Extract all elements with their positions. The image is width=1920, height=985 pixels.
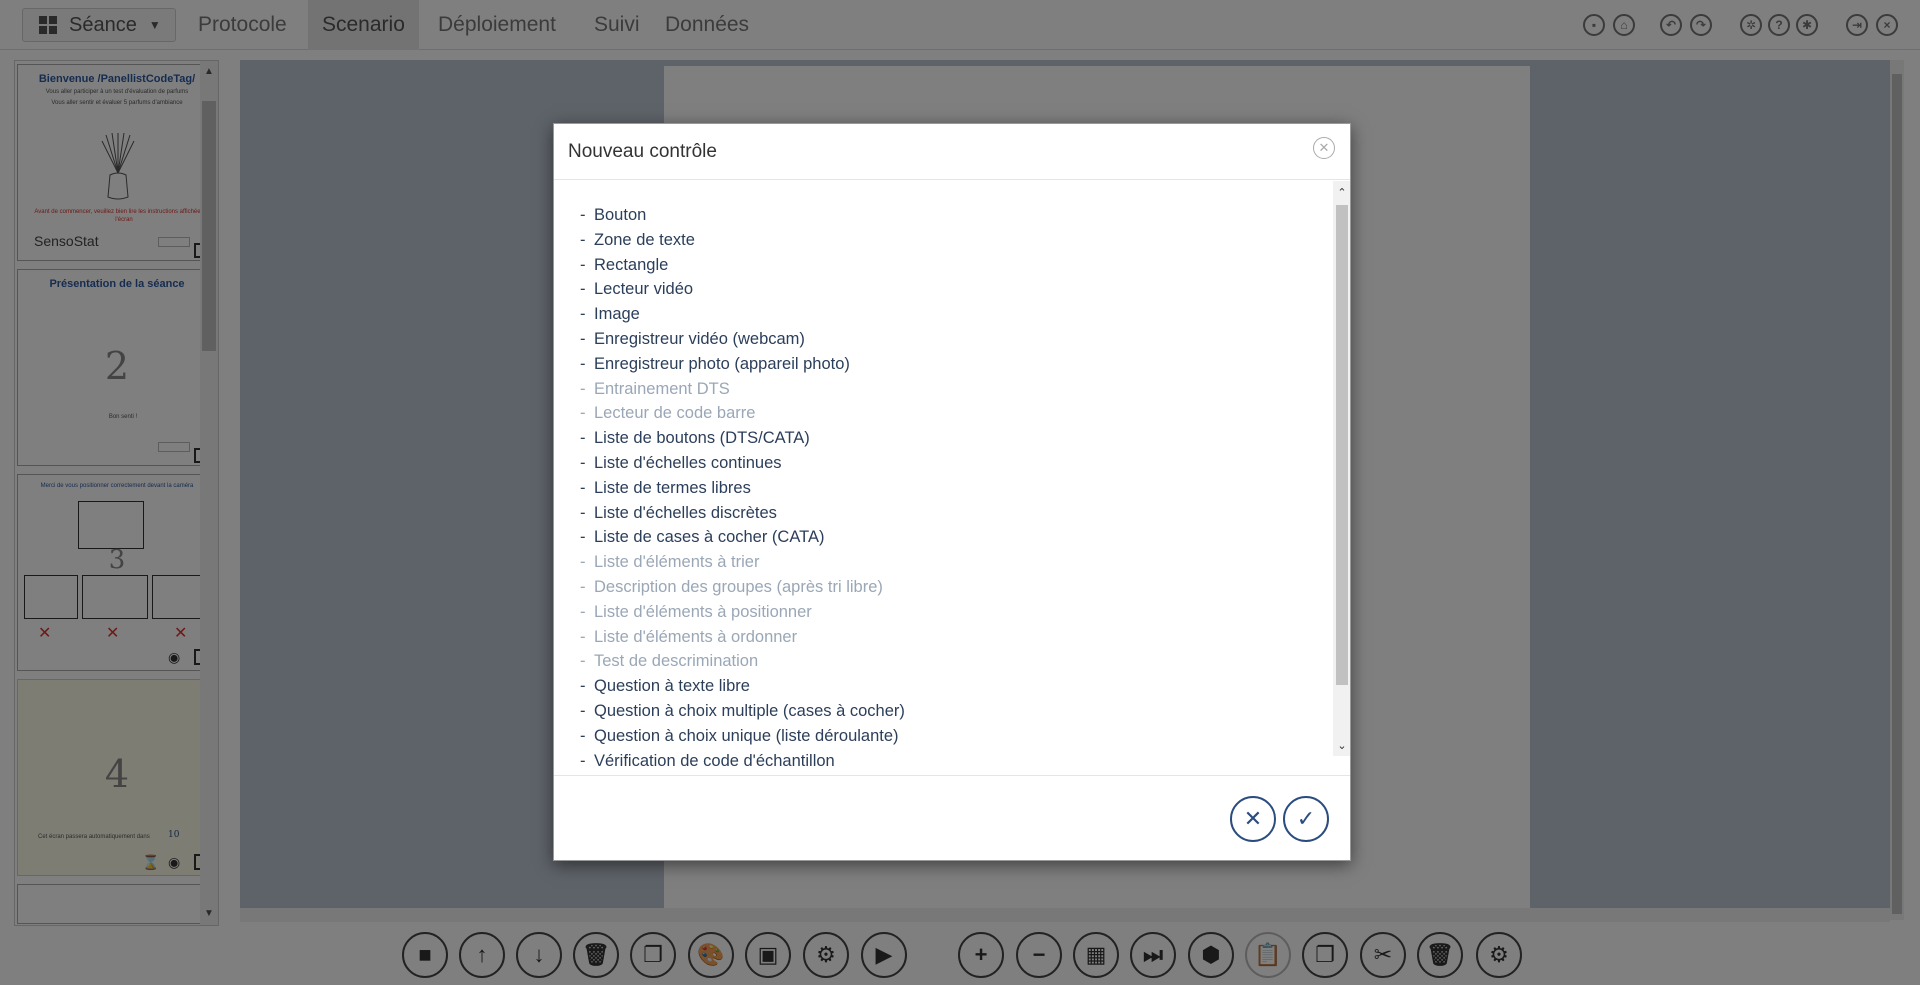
control-type-label: Question à texte libre (594, 677, 750, 696)
control-type-label: Liste de boutons (DTS/CATA) (594, 429, 810, 448)
list-bullet: - (580, 652, 586, 671)
control-type-item: - Lecteur de code barre (580, 401, 1310, 426)
control-type-label: Liste d'éléments à trier (594, 553, 760, 572)
control-type-label: Bouton (594, 206, 647, 224)
control-type-item[interactable]: - Rectangle (580, 253, 1310, 278)
list-bullet: - (580, 528, 586, 547)
list-bullet: - (580, 354, 586, 373)
list-bullet: - (580, 602, 586, 621)
dialog-footer: ✕ ✓ (554, 775, 1350, 861)
list-bullet: - (580, 701, 586, 720)
control-type-item[interactable]: - Bouton (580, 203, 1310, 228)
control-type-label: Lecteur vidéo (594, 280, 694, 299)
control-type-item[interactable]: - Vérification de code d'échantillon (580, 749, 1310, 774)
list-bullet: - (580, 305, 586, 324)
control-type-item[interactable]: - Question à choix multiple (cases à coch… (580, 699, 1310, 724)
confirm-button[interactable]: ✓ (1283, 796, 1329, 842)
control-type-item[interactable]: - Liste de boutons (DTS/CATA) (580, 426, 1310, 451)
new-control-dialog: Nouveau contrôle ✕ - Bouton - Zone de texte… (553, 123, 1351, 861)
control-type-item: - Liste d'éléments à ordonner (580, 625, 1310, 650)
control-type-label: Rectangle (594, 255, 669, 274)
list-bullet: - (580, 280, 586, 299)
control-type-item: - Liste d'éléments à positionner (580, 600, 1310, 625)
control-type-label: Entrainement DTS (594, 379, 730, 398)
control-type-item[interactable]: - Liste de cases à cocher (CATA) (580, 525, 1310, 550)
cancel-button[interactable]: ✕ (1230, 796, 1276, 842)
scrollbar-thumb[interactable] (1336, 205, 1348, 685)
control-type-item[interactable]: - Question à texte libre (580, 674, 1310, 699)
control-type-item[interactable]: - Enregistreur photo (appareil photo) (580, 352, 1310, 377)
list-bullet: - (580, 553, 586, 572)
dialog-scrollbar[interactable]: ⌃ ⌄ (1333, 181, 1350, 756)
control-type-item[interactable]: - Enregistreur vidéo (webcam) (580, 327, 1310, 352)
dialog-header: Nouveau contrôle ✕ (554, 124, 1350, 180)
list-bullet: - (580, 677, 586, 696)
control-type-label: Enregistreur vidéo (webcam) (594, 329, 805, 348)
control-type-label: Test de descrimination (594, 652, 759, 671)
control-type-label: Question à choix multiple (cases à coche… (594, 701, 905, 720)
scroll-down-icon[interactable]: ⌄ (1335, 738, 1349, 754)
dialog-title: Nouveau contrôle (568, 141, 717, 162)
control-type-label: Liste de cases à cocher (CATA) (594, 528, 825, 547)
control-type-label: Vérification de code d'échantillon (594, 751, 835, 770)
control-type-item: - Test de descrimination (580, 649, 1310, 674)
dialog-body: - Bouton - Zone de texte - Rectangle - Lecteur … (554, 181, 1350, 777)
control-type-label: Description des groupes (après tri libre… (594, 577, 883, 596)
control-type-label: Zone de texte (594, 230, 695, 249)
control-type-item[interactable]: - Image (580, 302, 1310, 327)
control-type-list: - Bouton - Zone de texte - Rectangle - Lecteur … (580, 203, 1310, 773)
list-bullet: - (580, 577, 586, 596)
list-bullet: - (580, 329, 586, 348)
control-type-item: - Description des groupes (après tri libr… (580, 575, 1310, 600)
scroll-up-icon[interactable]: ⌃ (1335, 185, 1349, 201)
list-bullet: - (580, 230, 586, 249)
list-bullet: - (580, 429, 586, 448)
close-icon[interactable]: ✕ (1313, 137, 1335, 159)
control-type-label: Liste d'éléments à positionner (594, 602, 812, 621)
list-bullet: - (580, 726, 586, 745)
control-type-item[interactable]: - Lecteur vidéo (580, 277, 1310, 302)
control-type-label: Liste d'éléments à ordonner (594, 627, 798, 646)
control-type-label: Liste de termes libres (594, 478, 751, 497)
control-type-item[interactable]: - Zone de texte (580, 228, 1310, 253)
control-type-item: - Liste d'éléments à trier (580, 550, 1310, 575)
control-type-item[interactable]: - Liste d'échelles discrètes (580, 501, 1310, 526)
list-bullet: - (580, 627, 586, 646)
control-type-label: Liste d'échelles continues (594, 453, 782, 472)
control-type-item[interactable]: - Question à choix unique (liste déroulan… (580, 724, 1310, 749)
control-type-label: Enregistreur photo (appareil photo) (594, 354, 850, 373)
list-bullet: - (580, 404, 586, 423)
control-type-item: - Entrainement DTS (580, 377, 1310, 402)
list-bullet: - (580, 206, 586, 224)
control-type-item[interactable]: - Liste de termes libres (580, 476, 1310, 501)
control-type-label: Lecteur de code barre (594, 404, 756, 423)
list-bullet: - (580, 751, 586, 770)
list-bullet: - (580, 503, 586, 522)
list-bullet: - (580, 453, 586, 472)
list-bullet: - (580, 478, 586, 497)
control-type-label: Liste d'échelles discrètes (594, 503, 777, 522)
list-bullet: - (580, 255, 586, 274)
list-bullet: - (580, 379, 586, 398)
control-type-label: Image (594, 305, 640, 324)
control-type-label: Question à choix unique (liste déroulant… (594, 726, 899, 745)
control-type-item[interactable]: - Liste d'échelles continues (580, 451, 1310, 476)
